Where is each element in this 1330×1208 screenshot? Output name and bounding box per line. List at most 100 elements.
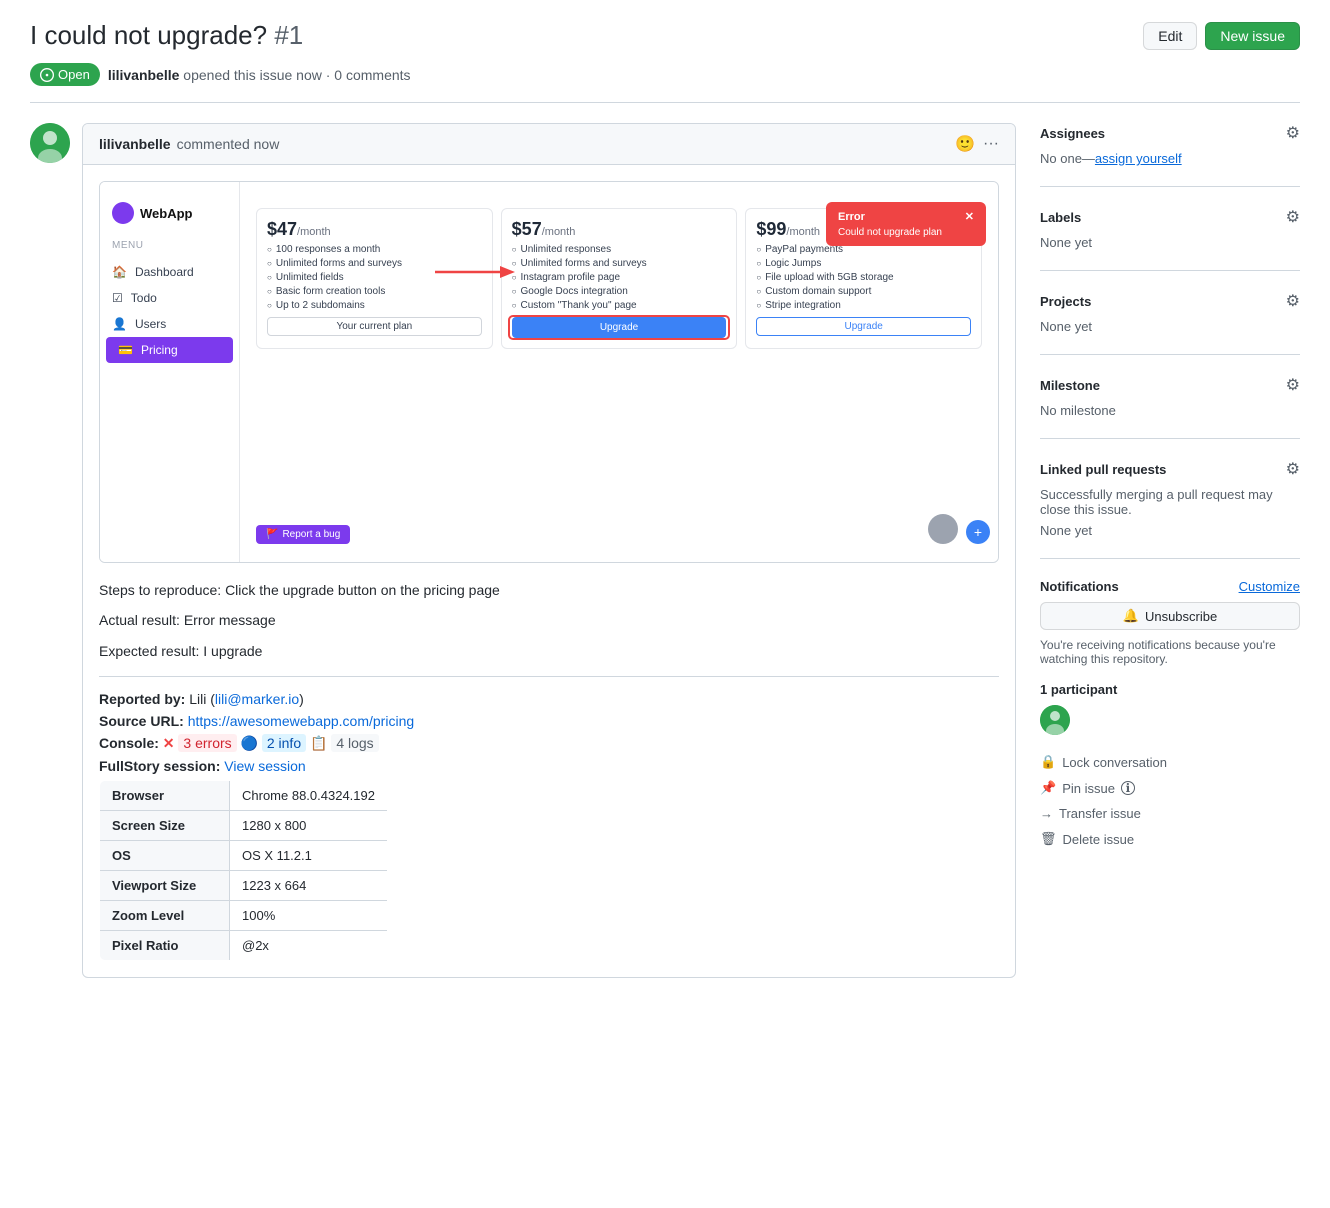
linked-prs-value: None yet xyxy=(1040,523,1300,538)
webapp-sidebar-header: WebApp xyxy=(100,194,239,236)
linked-prs-gear-icon[interactable]: ⚙ xyxy=(1286,459,1300,479)
source-url-link[interactable]: https://awesomewebapp.com/pricing xyxy=(188,713,414,729)
status-label: Open xyxy=(58,67,90,82)
unsubscribe-button[interactable]: 🔔 Unsubscribe xyxy=(1040,602,1300,630)
lock-label: Lock conversation xyxy=(1062,755,1167,770)
upgrade-button-plan3[interactable]: Upgrade xyxy=(756,317,971,336)
assign-yourself-link[interactable]: assign yourself xyxy=(1095,151,1182,166)
comment-text: Steps to reproduce: Click the upgrade bu… xyxy=(99,579,999,662)
kebab-menu-button[interactable]: ··· xyxy=(983,135,999,153)
current-plan-cta: Your current plan xyxy=(267,317,482,336)
projects-header: Projects ⚙ xyxy=(1040,291,1300,311)
plan2-feature4: Google Docs integration xyxy=(512,286,727,297)
upgrade-button-plan2[interactable]: Upgrade xyxy=(512,317,727,338)
plan3-feature3: File upload with 5GB storage xyxy=(756,272,971,283)
sidebar-participants: 1 participant xyxy=(1040,682,1300,738)
error-title: Error xyxy=(838,211,865,223)
table-row: BrowserChrome 88.0.4324.192 xyxy=(100,781,388,811)
page-title: I could not upgrade? #1 xyxy=(30,20,303,51)
table-cell-value: OS X 11.2.1 xyxy=(230,841,388,871)
webapp-menu-users: 👤 Users xyxy=(100,311,239,337)
participants-list xyxy=(1040,705,1300,738)
participants-count: 1 participant xyxy=(1040,682,1300,697)
sidebar-projects: Projects ⚙ None yet xyxy=(1040,291,1300,355)
issue-number: #1 xyxy=(274,20,303,50)
reported-by-value: Lili ( xyxy=(189,691,215,707)
console-errors-badge: 3 errors xyxy=(178,734,236,752)
table-row: Pixel Ratio@2x xyxy=(100,931,388,961)
issue-action: opened this issue now xyxy=(183,67,322,83)
table-row: OSOS X 11.2.1 xyxy=(100,841,388,871)
view-session-link[interactable]: View session xyxy=(224,758,305,774)
assignees-gear-icon[interactable]: ⚙ xyxy=(1286,123,1300,143)
main-column: lilivanbelle commented now 🙂 ··· xyxy=(30,123,1016,978)
plan2-feature3: Instagram profile page xyxy=(512,272,727,283)
reported-by-row: Reported by: Lili (lili@marker.io) xyxy=(99,691,999,707)
table-cell-value: Chrome 88.0.4324.192 xyxy=(230,781,388,811)
comment-count: 0 comments xyxy=(334,67,410,83)
linked-prs-description: Successfully merging a pull request may … xyxy=(1040,487,1300,517)
projects-gear-icon[interactable]: ⚙ xyxy=(1286,291,1300,311)
console-logs-badge: 4 logs xyxy=(331,734,378,752)
report-bug-button[interactable]: 🚩 Report a bug xyxy=(256,525,350,544)
webapp-inner: WebApp MENU 🏠 Dashboard ☑ xyxy=(100,182,998,562)
avatar xyxy=(30,123,70,163)
screenshot-container: WebApp MENU 🏠 Dashboard ☑ xyxy=(99,181,999,563)
actual-result: Actual result: Error message xyxy=(99,609,999,631)
pin-issue-link[interactable]: 📌 Pin issue ℹ xyxy=(1040,780,1300,796)
delete-label: Delete issue xyxy=(1063,832,1135,847)
pin-icon: 📌 xyxy=(1040,780,1056,796)
comment-header: lilivanbelle commented now 🙂 ··· xyxy=(83,124,1015,165)
projects-title: Projects xyxy=(1040,294,1091,309)
milestone-header: Milestone ⚙ xyxy=(1040,375,1300,395)
webapp-pricing-main: Error ✕ Could not upgrade plan xyxy=(240,182,998,562)
pricing-plan-2: $57/month Unlimited responses Unlimited … xyxy=(501,208,738,349)
table-cell-label: Zoom Level xyxy=(100,901,230,931)
error-modal: Error ✕ Could not upgrade plan xyxy=(826,202,986,246)
webapp-menu-todo: ☑ Todo xyxy=(100,285,239,311)
plus-button[interactable]: + xyxy=(966,520,990,544)
error-modal-header: Error ✕ xyxy=(838,210,974,223)
console-log-icon: 📋 xyxy=(310,735,327,751)
participant-avatar xyxy=(1040,705,1070,735)
device-info-table: BrowserChrome 88.0.4324.192Screen Size12… xyxy=(99,780,388,961)
webapp-screenshot: WebApp MENU 🏠 Dashboard ☑ xyxy=(100,182,998,562)
report-bug-label: Report a bug xyxy=(282,529,340,540)
plan2-feature2: Unlimited forms and surveys xyxy=(512,258,727,269)
plan1-feature4: Basic form creation tools xyxy=(267,286,482,297)
plan2-price: $57/month xyxy=(512,219,727,240)
sidebar-column: Assignees ⚙ No one—assign yourself Label… xyxy=(1040,123,1300,978)
labels-gear-icon[interactable]: ⚙ xyxy=(1286,207,1300,227)
customize-link[interactable]: Customize xyxy=(1239,579,1300,594)
unsubscribe-label: Unsubscribe xyxy=(1145,609,1217,624)
commenter-name: lilivanbelle xyxy=(99,136,171,152)
console-row: Console: ✕ 3 errors 🔵 2 info 📋 4 logs xyxy=(99,735,999,752)
transfer-icon: → xyxy=(1040,806,1053,821)
plan3-feature4: Custom domain support xyxy=(756,286,971,297)
reported-by-email[interactable]: lili@marker.io xyxy=(215,691,299,707)
plan2-feature5: Custom "Thank you" page xyxy=(512,300,727,311)
source-url-row: Source URL: https://awesomewebapp.com/pr… xyxy=(99,713,999,729)
new-issue-button[interactable]: New issue xyxy=(1205,22,1300,50)
steps-to-reproduce: Steps to reproduce: Click the upgrade bu… xyxy=(99,579,999,601)
milestone-gear-icon[interactable]: ⚙ xyxy=(1286,375,1300,395)
projects-content: None yet xyxy=(1040,319,1300,334)
sidebar-linked-prs: Linked pull requests ⚙ Successfully merg… xyxy=(1040,459,1300,559)
transfer-label: Transfer issue xyxy=(1059,806,1141,821)
transfer-issue-link[interactable]: → Transfer issue xyxy=(1040,806,1300,821)
source-url-label: Source URL: xyxy=(99,713,184,729)
emoji-button[interactable]: 🙂 xyxy=(955,134,975,154)
plan2-feature1: Unlimited responses xyxy=(512,244,727,255)
pin-info-icon: ℹ xyxy=(1121,781,1135,795)
delete-issue-link[interactable]: 🗑 Delete issue xyxy=(1040,831,1300,847)
labels-title: Labels xyxy=(1040,210,1081,225)
edit-button[interactable]: Edit xyxy=(1143,22,1197,50)
linked-prs-header: Linked pull requests ⚙ xyxy=(1040,459,1300,479)
lock-icon: 🔒 xyxy=(1040,754,1056,770)
plan1-price: $47/month xyxy=(267,219,482,240)
comment-box: lilivanbelle commented now 🙂 ··· xyxy=(82,123,1016,978)
assignees-content: No one—assign yourself xyxy=(1040,151,1300,166)
comment-header-right: 🙂 ··· xyxy=(955,134,999,154)
lock-conversation-link[interactable]: 🔒 Lock conversation xyxy=(1040,754,1300,770)
assignees-header: Assignees ⚙ xyxy=(1040,123,1300,143)
